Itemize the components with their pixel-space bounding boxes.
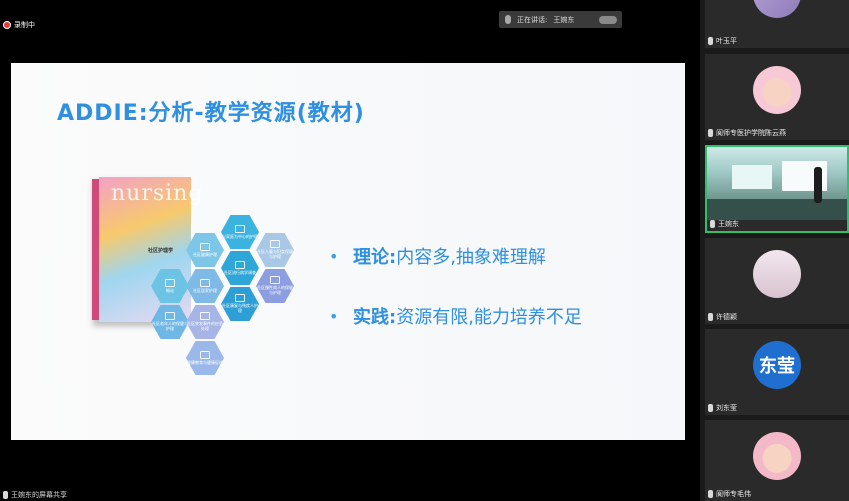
participant-tile-active[interactable]: 王婉东 — [705, 145, 849, 233]
slide-title: ADDIE:分析-教学资源(教材) — [57, 101, 365, 126]
participant-name-row: 许德颖 — [708, 312, 737, 322]
avatar — [753, 432, 801, 480]
shared-screen-stage: 录制中 正在讲话: 王婉东 ADDIE:分析-教学资源(教材) nursing … — [0, 0, 700, 501]
participant-tile[interactable]: 许德颖 — [705, 238, 849, 324]
bullet-value: 资源有限,能力培养不足 — [396, 307, 582, 328]
screen-share-label: 王婉东的屏幕共享 — [11, 491, 67, 499]
icon-box — [200, 278, 210, 287]
hexagon: 健康教育与健康促进 — [186, 341, 224, 375]
avatar — [753, 66, 801, 114]
icon-box — [200, 312, 210, 321]
screen-share-bar: 王婉东的屏幕共享 — [0, 490, 67, 500]
avatar — [753, 0, 801, 18]
icon-box — [235, 260, 245, 269]
participant-video — [707, 147, 847, 220]
bullet-value: 内容多,抽象难理解 — [396, 247, 546, 268]
participant-name: 许德颖 — [716, 313, 737, 321]
microphone-icon — [505, 15, 511, 24]
participant-name: 阆师专毛伟 — [716, 490, 751, 498]
recording-indicator: 录制中 — [3, 20, 35, 30]
participant-tile[interactable]: 东莹 刘东莹 — [705, 329, 849, 415]
bullet-dot: • — [329, 246, 339, 266]
participant-name-row: 阆师专医护学院陈云燕 — [708, 128, 786, 138]
recording-label: 录制中 — [14, 21, 35, 29]
icon-box — [165, 278, 175, 287]
participant-name-row: 刘东莹 — [708, 403, 737, 413]
hexagon: 以家庭为中心的护理 — [221, 215, 259, 249]
hexagon: 社区慢性病人的保健与护理 — [256, 269, 294, 303]
book-spine — [92, 179, 99, 320]
meeting-app: 录制中 正在讲话: 王婉东 ADDIE:分析-教学资源(教材) nursing … — [0, 0, 849, 501]
bullet-dot: • — [329, 306, 339, 326]
participant-name-row: 王婉东 — [710, 219, 739, 229]
hexagon: 社区健康护理 — [186, 233, 224, 267]
bullet-list: • 理论: 内容多,抽象难理解 • 实践: 资源有限,能力培养不足 — [329, 243, 582, 363]
book-cover-word: nursing — [111, 181, 204, 206]
bullet-item: • 实践: 资源有限,能力培养不足 — [329, 303, 582, 329]
bullet-item: • 理论: 内容多,抽象难理解 — [329, 243, 582, 269]
icon-box — [270, 276, 280, 285]
record-icon — [3, 21, 11, 29]
hexagon: 社区儿童与妇女保健与护理 — [256, 233, 294, 267]
microphone-icon — [708, 404, 713, 412]
hexagon: 社区流行病学调查 — [221, 251, 259, 285]
microphone-icon — [3, 491, 8, 499]
icon-box — [235, 224, 245, 233]
icon-box — [200, 350, 210, 359]
participant-name: 王婉东 — [718, 220, 739, 228]
microphone-icon — [708, 129, 713, 137]
speaking-indicator: 正在讲话: 王婉东 — [499, 11, 622, 28]
hexagon: 社区突发事件的应急处理 — [186, 305, 224, 339]
icon-box — [200, 242, 210, 251]
participant-name: 刘东莹 — [716, 404, 737, 412]
participant-name-row: 阆师专毛伟 — [708, 489, 751, 499]
participant-name-row: 叶玉平 — [708, 36, 737, 46]
hexagon: 社区居家护理 — [186, 269, 224, 303]
icon-box — [235, 294, 245, 303]
presentation-slide: ADDIE:分析-教学资源(教材) nursing 社区护理学 社区健康护理 以… — [11, 63, 685, 440]
video-floor — [707, 199, 847, 220]
hexagon: 社区康复与残疾人护理 — [221, 287, 259, 321]
video-screen — [732, 165, 772, 189]
participant-tile[interactable]: 阆师专毛伟 — [705, 420, 849, 501]
icon-box — [165, 312, 175, 321]
bullet-key: 实践: — [353, 307, 397, 328]
microphone-icon — [708, 490, 713, 498]
speaker-controls-icon[interactable] — [599, 15, 617, 24]
avatar: 东莹 — [753, 341, 801, 389]
avatar — [753, 250, 801, 298]
microphone-icon — [708, 37, 713, 45]
bullet-key: 理论: — [353, 247, 397, 268]
participant-tile[interactable]: 阆师专医护学院陈云燕 — [705, 54, 849, 140]
microphone-icon — [710, 220, 715, 228]
participant-name: 阆师专医护学院陈云燕 — [716, 129, 786, 137]
speaker-name: 王婉东 — [553, 15, 575, 24]
speaking-label: 正在讲话: — [517, 15, 548, 24]
video-person — [814, 167, 822, 203]
book-cover-label: 社区护理学 — [148, 248, 174, 254]
icon-box — [270, 240, 280, 249]
participant-name: 叶玉平 — [716, 37, 737, 45]
microphone-icon — [708, 313, 713, 321]
participant-tile[interactable]: 叶玉平 — [705, 0, 849, 48]
